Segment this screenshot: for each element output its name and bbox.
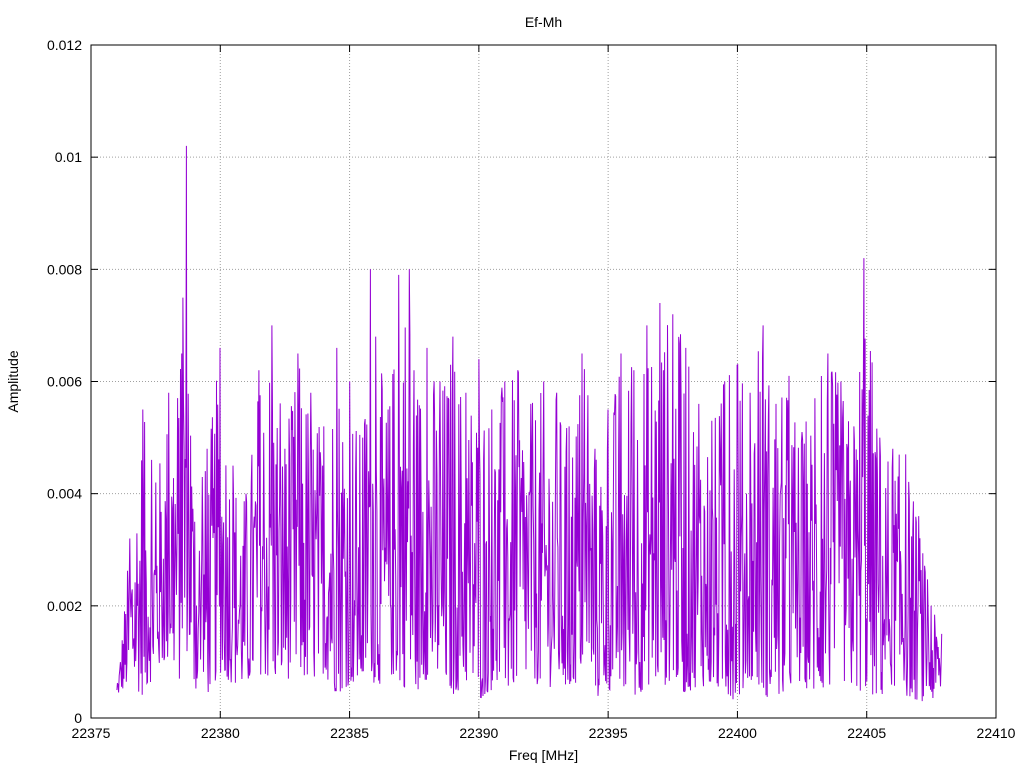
chart-title: Ef-Mh	[525, 14, 562, 30]
x-tick-label: 22395	[589, 725, 628, 741]
y-tick-label: 0.006	[47, 374, 82, 390]
amplitude-chart: 22375 22380 22385 22390 22395 22400 22405 22410…	[5, 14, 1016, 763]
y-axis-title: Amplitude	[5, 350, 21, 412]
series-line	[116, 145, 943, 702]
x-tick-label: 22405	[847, 725, 886, 741]
y-tick-label: 0	[74, 710, 82, 726]
y-tick-label: 0.012	[47, 37, 82, 53]
x-tick-label: 22400	[718, 725, 757, 741]
y-tick-label: 0.008	[47, 261, 82, 277]
y-tick-label: 0.01	[55, 149, 82, 165]
x-tick-label: 22385	[330, 725, 369, 741]
x-tick-label: 22375	[72, 725, 111, 741]
x-tick-label: 22410	[977, 725, 1016, 741]
y-tick-label: 0.004	[47, 486, 82, 502]
x-tick-label: 22380	[201, 725, 240, 741]
x-tick-label: 22390	[459, 725, 498, 741]
x-axis-title: Freq [MHz]	[509, 747, 578, 763]
y-tick-label: 0.002	[47, 598, 82, 614]
